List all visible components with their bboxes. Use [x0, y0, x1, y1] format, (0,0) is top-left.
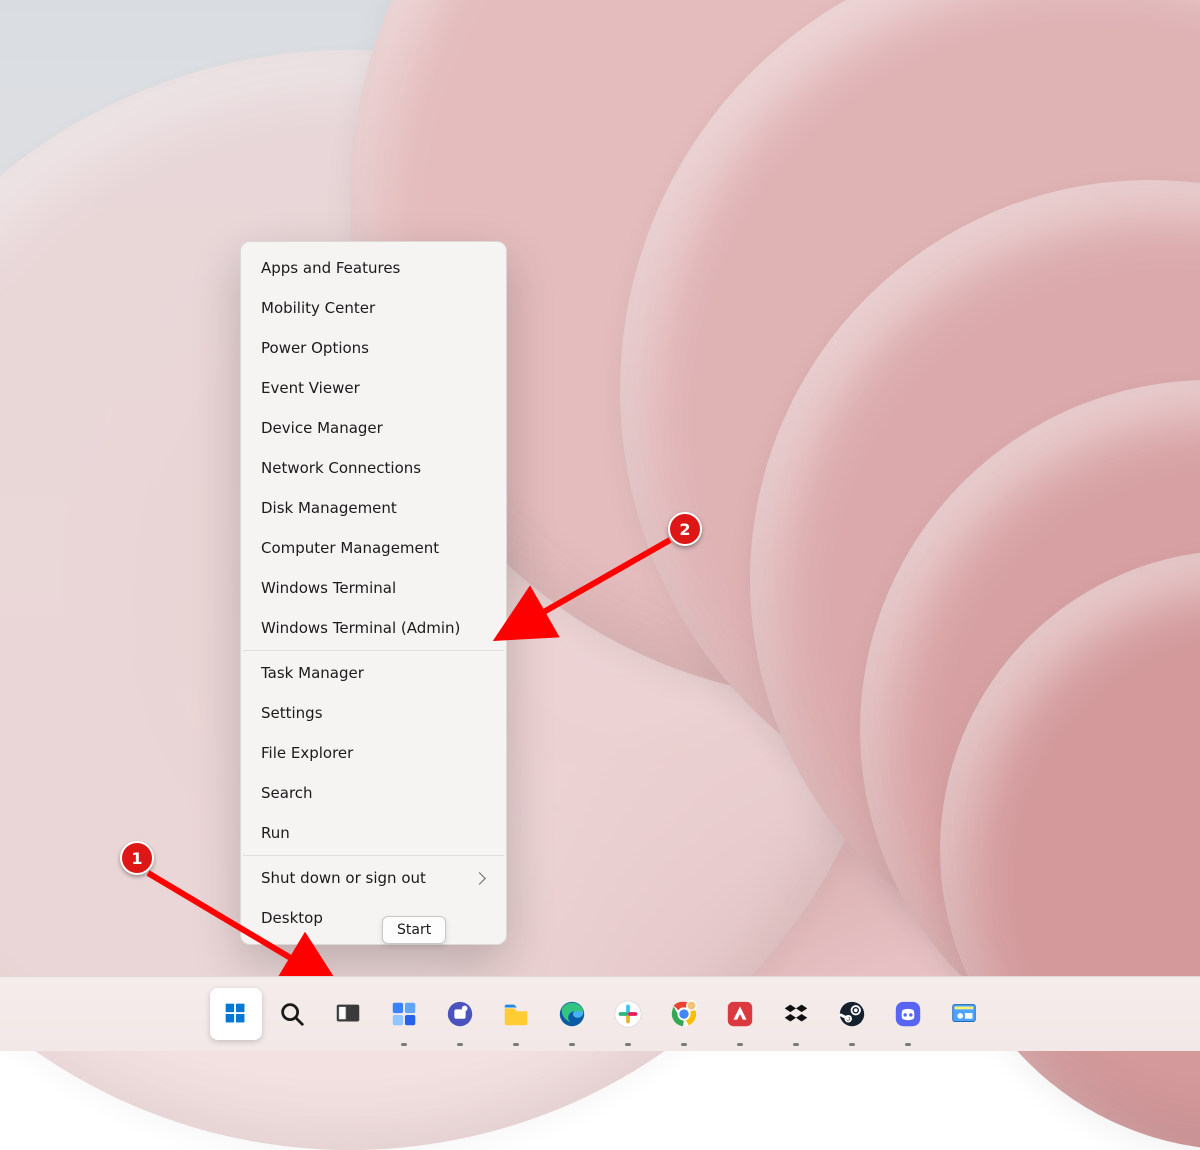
menu-mobility-center[interactable]: Mobility Center — [241, 288, 506, 328]
menu-item-label: Desktop — [261, 908, 323, 928]
menu-apps-and-features[interactable]: Apps and Features — [241, 248, 506, 288]
menu-task-manager[interactable]: Task Manager — [241, 653, 506, 693]
menu-item-label: Settings — [261, 703, 323, 723]
search-button[interactable] — [266, 988, 318, 1040]
start-context-menu: Apps and Features Mobility Center Power Op… — [240, 241, 507, 945]
menu-device-manager[interactable]: Device Manager — [241, 408, 506, 448]
chrome-button[interactable] — [658, 988, 710, 1040]
taskbar — [0, 976, 1200, 1051]
menu-network-connections[interactable]: Network Connections — [241, 448, 506, 488]
menu-search[interactable]: Search — [241, 773, 506, 813]
menu-item-label: Computer Management — [261, 538, 439, 558]
widgets-button[interactable] — [378, 988, 430, 1040]
menu-computer-management[interactable]: Computer Management — [241, 528, 506, 568]
control-panel-button[interactable] — [938, 988, 990, 1040]
menu-item-label: Power Options — [261, 338, 369, 358]
menu-item-label: Task Manager — [261, 663, 364, 683]
menu-settings[interactable]: Settings — [241, 693, 506, 733]
chevron-right-icon — [473, 872, 486, 885]
expressvpn-button[interactable] — [714, 988, 766, 1040]
widgets-icon — [389, 999, 419, 1029]
menu-separator — [243, 650, 504, 651]
menu-item-label: Network Connections — [261, 458, 421, 478]
expressvpn-icon — [725, 999, 755, 1029]
running-indicator — [737, 1043, 743, 1046]
start-button[interactable] — [210, 988, 262, 1040]
menu-desktop[interactable]: Desktop — [241, 898, 506, 938]
discord-icon — [893, 999, 923, 1029]
running-indicator — [793, 1043, 799, 1046]
start-icon — [221, 999, 251, 1029]
menu-item-label: Windows Terminal (Admin) — [261, 618, 460, 638]
menu-file-explorer[interactable]: File Explorer — [241, 733, 506, 773]
dropbox-button[interactable] — [770, 988, 822, 1040]
start-tooltip: Start — [382, 916, 446, 944]
menu-disk-management[interactable]: Disk Management — [241, 488, 506, 528]
menu-item-label: Windows Terminal — [261, 578, 396, 598]
menu-power-options[interactable]: Power Options — [241, 328, 506, 368]
control-panel-icon — [949, 999, 979, 1029]
menu-item-label: Shut down or sign out — [261, 868, 426, 888]
steam-button[interactable] — [826, 988, 878, 1040]
running-indicator — [457, 1043, 463, 1046]
desktop-wallpaper — [0, 0, 1200, 1051]
menu-item-label: Search — [261, 783, 313, 803]
running-indicator — [905, 1043, 911, 1046]
teams-chat-button[interactable] — [434, 988, 486, 1040]
file-explorer-button[interactable] — [490, 988, 542, 1040]
edge-icon — [557, 999, 587, 1029]
running-indicator — [513, 1043, 519, 1046]
task-view-icon — [333, 999, 363, 1029]
search-icon — [277, 999, 307, 1029]
slack-icon — [613, 999, 643, 1029]
slack-button[interactable] — [602, 988, 654, 1040]
file-explorer-icon — [501, 999, 531, 1029]
menu-event-viewer[interactable]: Event Viewer — [241, 368, 506, 408]
menu-item-label: Device Manager — [261, 418, 383, 438]
chrome-icon — [669, 999, 699, 1029]
running-indicator — [401, 1043, 407, 1046]
menu-item-label: Event Viewer — [261, 378, 360, 398]
teams-chat-icon — [445, 999, 475, 1029]
menu-run[interactable]: Run — [241, 813, 506, 853]
menu-item-label: Apps and Features — [261, 258, 400, 278]
menu-shut-down-or-sign-out[interactable]: Shut down or sign out — [241, 858, 506, 898]
menu-item-label: Mobility Center — [261, 298, 375, 318]
running-indicator — [849, 1043, 855, 1046]
running-indicator — [625, 1043, 631, 1046]
running-indicator — [681, 1043, 687, 1046]
edge-button[interactable] — [546, 988, 598, 1040]
menu-item-label: Run — [261, 823, 290, 843]
menu-item-label: File Explorer — [261, 743, 353, 763]
dropbox-icon — [781, 999, 811, 1029]
menu-item-label: Disk Management — [261, 498, 397, 518]
task-view-button[interactable] — [322, 988, 374, 1040]
running-indicator — [569, 1043, 575, 1046]
discord-button[interactable] — [882, 988, 934, 1040]
menu-separator — [243, 855, 504, 856]
steam-icon — [837, 999, 867, 1029]
menu-windows-terminal-admin[interactable]: Windows Terminal (Admin) — [241, 608, 506, 648]
menu-windows-terminal[interactable]: Windows Terminal — [241, 568, 506, 608]
